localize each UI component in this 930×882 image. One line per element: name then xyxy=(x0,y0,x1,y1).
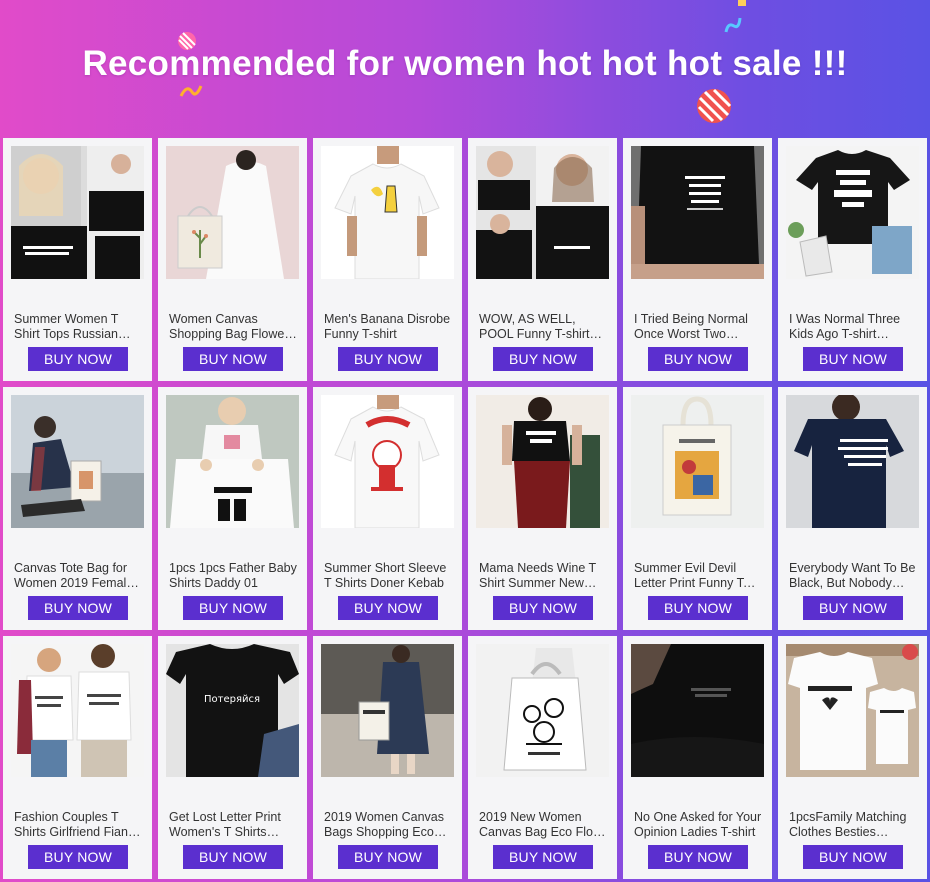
buy-now-button[interactable]: BUY NOW xyxy=(338,845,438,869)
product-card[interactable]: 2019 Women Canvas Bags Shopping Eco Tote… xyxy=(313,636,462,879)
product-card[interactable]: Mama Needs Wine T Shirt Summer New Women… xyxy=(468,387,617,630)
product-title[interactable]: 2019 Women Canvas Bags Shopping Eco Tote xyxy=(324,810,452,840)
banner-title: Recommended for women hot hot hot sale !… xyxy=(82,44,848,83)
product-card[interactable]: Summer Evil Devil Letter Print Funny Tot… xyxy=(623,387,772,630)
product-card[interactable]: WOW, AS WELL, POOL Funny T-shirt Women B… xyxy=(468,138,617,381)
product-image[interactable] xyxy=(11,395,144,528)
product-image[interactable] xyxy=(631,644,764,777)
product-card[interactable]: I Tried Being Normal Once Worst Two Minu… xyxy=(623,138,772,381)
streamer-decoration xyxy=(724,17,742,33)
product-title[interactable]: Women Canvas Shopping Bag Flower Print xyxy=(169,312,297,342)
product-title[interactable]: No One Asked for Your Opinion Ladies T-s… xyxy=(634,810,762,840)
product-title[interactable]: Mama Needs Wine T Shirt Summer New Women xyxy=(479,561,607,591)
product-title[interactable]: Summer Women T Shirt Tops Russian Inscri… xyxy=(14,312,142,342)
product-grid: Summer Women T Shirt Tops Russian Inscri… xyxy=(3,138,927,879)
buy-now-button[interactable]: BUY NOW xyxy=(28,347,128,371)
product-title[interactable]: I Was Normal Three Kids Ago T-shirt Casu… xyxy=(789,312,917,342)
product-card[interactable]: Summer Short Sleeve T Shirts Doner Kebab… xyxy=(313,387,462,630)
buy-now-button[interactable]: BUY NOW xyxy=(493,347,593,371)
product-card[interactable]: Everybody Want To Be Black, But Nobody W… xyxy=(778,387,927,630)
product-title[interactable]: Everybody Want To Be Black, But Nobody W… xyxy=(789,561,917,591)
buy-now-button[interactable]: BUY NOW xyxy=(803,347,903,371)
product-title[interactable]: Men's Banana Disrobe Funny T-shirt xyxy=(324,312,452,342)
product-image[interactable] xyxy=(476,395,609,528)
product-title[interactable]: Canvas Tote Bag for Women 2019 Female Sh… xyxy=(14,561,142,591)
product-title[interactable]: Get Lost Letter Print Women's T Shirts B… xyxy=(169,810,297,840)
product-title[interactable]: 1pcs 1pcs Father Baby Shirts Daddy 01 xyxy=(169,561,297,591)
product-image[interactable]: Потеряйся xyxy=(166,644,299,777)
product-image[interactable] xyxy=(786,146,919,279)
product-card[interactable]: Summer Women T Shirt Tops Russian Inscri… xyxy=(3,138,152,381)
product-title[interactable]: 2019 New Women Canvas Bag Eco Floral Tot… xyxy=(479,810,607,840)
buy-now-button[interactable]: BUY NOW xyxy=(493,845,593,869)
product-image[interactable] xyxy=(321,146,454,279)
product-image[interactable] xyxy=(786,395,919,528)
buy-now-button[interactable]: BUY NOW xyxy=(648,596,748,620)
buy-now-button[interactable]: BUY NOW xyxy=(648,845,748,869)
buy-now-button[interactable]: BUY NOW xyxy=(183,845,283,869)
product-image[interactable] xyxy=(11,644,144,777)
product-title[interactable]: 1pcsFamily Matching Clothes Besties Momm… xyxy=(789,810,917,840)
product-card[interactable]: Canvas Tote Bag for Women 2019 Female Sh… xyxy=(3,387,152,630)
product-card[interactable]: 1pcsFamily Matching Clothes Besties Momm… xyxy=(778,636,927,879)
product-title[interactable]: Fashion Couples T Shirts Girlfriend Fian… xyxy=(14,810,142,840)
product-image[interactable] xyxy=(166,395,299,528)
striped-ball-decoration xyxy=(697,88,732,123)
buy-now-button[interactable]: BUY NOW xyxy=(338,347,438,371)
buy-now-button[interactable]: BUY NOW xyxy=(493,596,593,620)
buy-now-button[interactable]: BUY NOW xyxy=(803,845,903,869)
product-image[interactable] xyxy=(476,644,609,777)
buy-now-button[interactable]: BUY NOW xyxy=(803,596,903,620)
product-title[interactable]: Summer Evil Devil Letter Print Funny Tot… xyxy=(634,561,762,591)
product-image[interactable] xyxy=(166,146,299,279)
product-image[interactable] xyxy=(11,146,144,279)
product-card[interactable]: Потеряйся Get Lost Letter Print Women's … xyxy=(158,636,307,879)
buy-now-button[interactable]: BUY NOW xyxy=(28,596,128,620)
product-image[interactable] xyxy=(476,146,609,279)
product-card[interactable]: No One Asked for Your Opinion Ladies T-s… xyxy=(623,636,772,879)
product-card[interactable]: I Was Normal Three Kids Ago T-shirt Casu… xyxy=(778,138,927,381)
product-image[interactable] xyxy=(786,644,919,777)
buy-now-button[interactable]: BUY NOW xyxy=(183,347,283,371)
streamer-decoration xyxy=(738,0,746,6)
product-image[interactable] xyxy=(631,395,764,528)
product-image[interactable] xyxy=(321,644,454,777)
buy-now-button[interactable]: BUY NOW xyxy=(28,845,128,869)
promo-banner: Recommended for women hot hot hot sale !… xyxy=(0,0,930,135)
product-card[interactable]: Men's Banana Disrobe Funny T-shirt BUY N… xyxy=(313,138,462,381)
buy-now-button[interactable]: BUY NOW xyxy=(183,596,283,620)
tshirt-print-text: Потеряйся xyxy=(204,694,260,705)
buy-now-button[interactable]: BUY NOW xyxy=(648,347,748,371)
product-card[interactable]: 1pcs 1pcs Father Baby Shirts Daddy 01 BU… xyxy=(158,387,307,630)
product-title[interactable]: I Tried Being Normal Once Worst Two Minu… xyxy=(634,312,762,342)
product-title[interactable]: WOW, AS WELL, POOL Funny T-shirt Women xyxy=(479,312,607,342)
product-image[interactable] xyxy=(631,146,764,279)
product-card[interactable]: Women Canvas Shopping Bag Flower Print B… xyxy=(158,138,307,381)
buy-now-button[interactable]: BUY NOW xyxy=(338,596,438,620)
product-card[interactable]: Fashion Couples T Shirts Girlfriend Fian… xyxy=(3,636,152,879)
product-card[interactable]: 2019 New Women Canvas Bag Eco Floral Tot… xyxy=(468,636,617,879)
product-image[interactable] xyxy=(321,395,454,528)
product-title[interactable]: Summer Short Sleeve T Shirts Doner Kebab xyxy=(324,561,452,591)
